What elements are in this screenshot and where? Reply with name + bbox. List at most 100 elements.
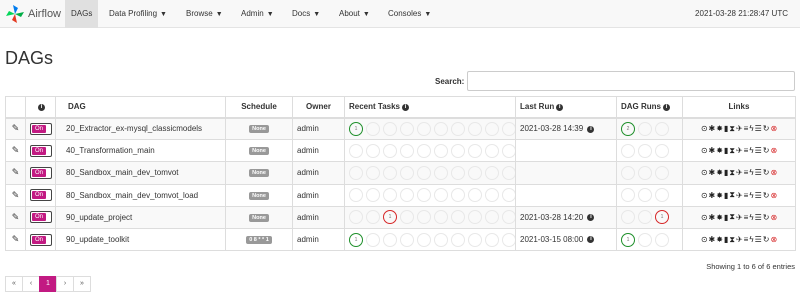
gantt-icon[interactable]: ✸ — [716, 235, 723, 244]
plane-icon[interactable]: ✈ — [736, 191, 743, 200]
task-state-circle[interactable] — [400, 121, 414, 136]
nav-browse[interactable]: Browse ▼ — [180, 0, 229, 28]
edit-icon[interactable]: ✎ — [12, 145, 20, 155]
task-state-circle[interactable] — [349, 165, 363, 180]
task-state-circle[interactable] — [502, 121, 515, 136]
info-icon[interactable]: i — [556, 103, 564, 111]
pagination-next[interactable]: › — [56, 276, 74, 292]
delete-icon[interactable]: ⊗ — [770, 235, 777, 244]
dag-link[interactable]: 90_update_toolkit — [66, 235, 129, 244]
header-dag[interactable]: DAG — [55, 96, 226, 119]
task-state-circle[interactable] — [485, 165, 499, 180]
bar-chart-icon[interactable]: ▮ — [724, 124, 728, 133]
list-icon[interactable]: ≡ — [744, 124, 749, 133]
task-state-circle[interactable] — [383, 232, 397, 247]
task-state-circle[interactable] — [400, 188, 414, 203]
dag-run-circle[interactable] — [638, 165, 652, 180]
task-state-circle[interactable] — [417, 165, 431, 180]
bolt-icon[interactable]: ϟ — [749, 213, 753, 222]
task-state-circle[interactable] — [434, 121, 448, 136]
task-state-circle[interactable] — [468, 210, 482, 225]
dag-toggle[interactable]: On — [30, 189, 52, 202]
task-state-circle[interactable] — [451, 210, 465, 225]
plane-icon[interactable]: ✈ — [736, 146, 743, 155]
last-run-text[interactable]: 2021-03-28 14:39 — [520, 124, 583, 133]
dag-run-circle[interactable] — [655, 188, 669, 203]
edit-icon[interactable]: ✎ — [12, 167, 20, 177]
nav-data-profiling[interactable]: Data Profiling ▼ — [103, 0, 173, 28]
task-state-circle[interactable] — [383, 165, 397, 180]
play-circle-icon[interactable]: ⊙ — [701, 235, 708, 244]
task-state-circle[interactable] — [434, 143, 448, 158]
gantt-icon[interactable]: ✸ — [716, 124, 723, 133]
refresh-icon[interactable]: ↻ — [763, 124, 770, 133]
task-state-circle[interactable] — [485, 121, 499, 136]
nav-admin[interactable]: Admin ▼ — [235, 0, 280, 28]
task-state-circle[interactable] — [485, 143, 499, 158]
task-state-circle[interactable] — [485, 210, 499, 225]
header-schedule[interactable]: Schedule — [225, 96, 293, 119]
task-state-circle[interactable] — [349, 143, 363, 158]
dag-toggle[interactable]: On — [30, 144, 52, 157]
dag-run-circle[interactable] — [621, 210, 635, 225]
task-state-circle[interactable] — [400, 165, 414, 180]
task-state-circle[interactable] — [502, 165, 515, 180]
gantt-icon[interactable]: ✸ — [716, 191, 723, 200]
plane-icon[interactable]: ✈ — [736, 235, 743, 244]
list-icon[interactable]: ≡ — [744, 235, 749, 244]
refresh-icon[interactable]: ↻ — [763, 191, 770, 200]
tree-icon[interactable]: ✱ — [709, 168, 716, 177]
dag-run-circle[interactable] — [655, 232, 669, 247]
dag-toggle[interactable]: On — [30, 233, 52, 246]
bolt-icon[interactable]: ϟ — [749, 191, 753, 200]
task-state-circle[interactable] — [366, 232, 380, 247]
task-state-circle[interactable]: 1 — [383, 210, 397, 225]
task-state-circle[interactable] — [366, 210, 380, 225]
task-state-circle[interactable] — [451, 188, 465, 203]
dag-run-circle[interactable] — [638, 188, 652, 203]
task-state-circle[interactable] — [383, 121, 397, 136]
edit-icon[interactable]: ✎ — [12, 234, 20, 244]
dag-link[interactable]: 80_Sandbox_main_dev_tomvot_load — [66, 191, 198, 200]
pagination-page-1[interactable]: 1 — [39, 276, 57, 292]
pagination-first[interactable]: « — [5, 276, 23, 292]
brand[interactable]: Airflow — [4, 3, 61, 25]
tree-icon[interactable]: ✱ — [709, 191, 716, 200]
task-state-circle[interactable] — [451, 121, 465, 136]
nav-dags[interactable]: DAGs — [65, 0, 99, 28]
task-state-circle[interactable] — [502, 232, 515, 247]
play-circle-icon[interactable]: ⊙ — [701, 168, 708, 177]
task-state-circle[interactable] — [468, 165, 482, 180]
gantt-icon[interactable]: ✸ — [716, 168, 723, 177]
info-icon[interactable]: i — [587, 125, 595, 133]
lines-icon[interactable]: ☰ — [755, 235, 762, 244]
lines-icon[interactable]: ☰ — [755, 191, 762, 200]
list-icon[interactable]: ≡ — [744, 168, 749, 177]
task-state-circle[interactable] — [366, 121, 380, 136]
pagination-last[interactable]: » — [73, 276, 91, 292]
info-icon[interactable]: i — [402, 103, 409, 111]
dag-run-circle[interactable] — [655, 143, 669, 158]
dag-run-circle[interactable] — [638, 121, 652, 136]
nav-docs[interactable]: Docs ▼ — [286, 0, 326, 28]
delete-icon[interactable]: ⊗ — [770, 213, 777, 222]
task-state-circle[interactable] — [366, 188, 380, 203]
dag-link[interactable]: 40_Transformation_main — [66, 146, 155, 155]
hourglass-icon[interactable]: ⧗ — [729, 124, 735, 134]
delete-icon[interactable]: ⊗ — [770, 124, 777, 133]
dag-toggle[interactable]: On — [30, 122, 52, 135]
task-state-circle[interactable] — [417, 121, 431, 136]
dag-toggle[interactable]: On — [30, 166, 52, 179]
edit-icon[interactable]: ✎ — [12, 212, 20, 222]
task-state-circle[interactable] — [366, 143, 380, 158]
task-state-circle[interactable] — [485, 188, 499, 203]
dag-run-circle[interactable] — [621, 165, 635, 180]
bar-chart-icon[interactable]: ▮ — [724, 191, 728, 200]
dag-link[interactable]: 90_update_project — [66, 213, 132, 222]
task-state-circle[interactable] — [383, 188, 397, 203]
task-state-circle[interactable] — [366, 165, 380, 180]
pagination-prev[interactable]: ‹ — [22, 276, 40, 292]
dag-run-circle[interactable] — [621, 188, 635, 203]
task-state-circle[interactable]: 1 — [349, 121, 363, 136]
task-state-circle[interactable] — [400, 210, 414, 225]
